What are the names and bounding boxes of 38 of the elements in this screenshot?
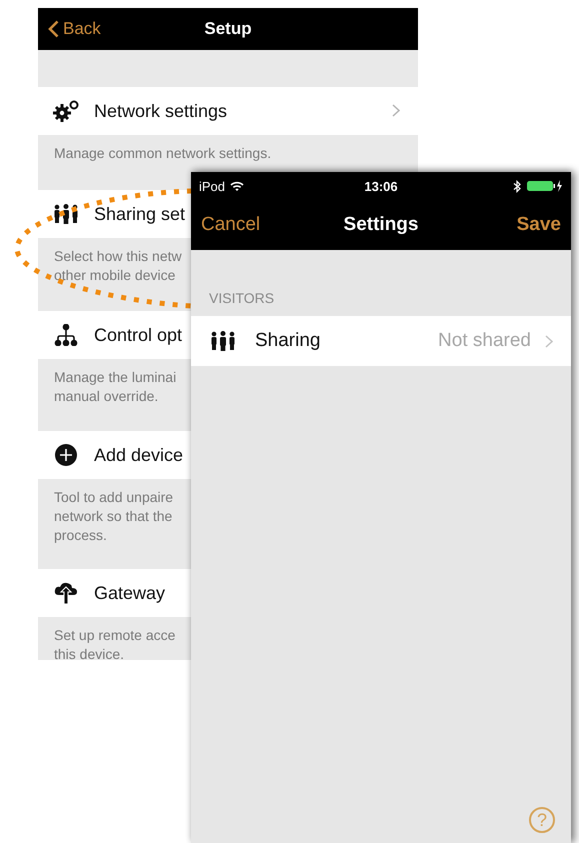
back-chevron-icon [48,20,59,38]
settings-row[interactable]: Network settings [38,87,418,135]
chevron-icon [545,334,553,348]
status-time: 13:06 [364,178,398,194]
settings-row[interactable]: Control opt [38,311,191,359]
cancel-button[interactable]: Cancel [201,214,260,236]
section-header: VISITORS [209,290,274,306]
bluetooth-icon [513,180,521,192]
settings-row[interactable]: Sharing set [38,190,191,238]
settings-row[interactable]: Add device [38,431,191,479]
chevron-icon [392,104,400,117]
cloud-upload-icon [54,581,78,605]
screen-title: Settings [344,214,418,236]
gears-icon [53,100,79,122]
row-value: Not shared [438,330,531,352]
carrier-label: iPod [199,178,226,194]
people-icon [52,204,80,224]
back-button[interactable]: Back [44,8,105,50]
settings-row[interactable]: Sharing Not shared [191,316,571,366]
wifi-icon [230,181,244,191]
row-label: Gateway [94,582,166,604]
plus-circle-icon [55,444,77,466]
row-description: Tool to add unpaire network so that the process. [54,488,174,545]
row-label: Network settings [94,100,228,122]
row-label: Add device [94,444,184,466]
row-label: Control opt [94,324,182,346]
settings-row[interactable]: Gateway [38,569,191,617]
screen-title: Setup [204,19,252,39]
row-label: Sharing [255,330,322,352]
save-button[interactable]: Save [516,214,561,236]
hierarchy-icon [54,324,78,346]
battery-icon [527,180,563,192]
row-description: Select how this netw other mobile device [54,247,182,285]
people-icon [209,331,237,351]
row-description: Set up remote acce this device. [54,626,176,660]
row-description: Manage the luminai manual override. [54,368,176,406]
row-description: Manage common network settings. [54,144,272,163]
row-label: Sharing set [94,204,186,224]
